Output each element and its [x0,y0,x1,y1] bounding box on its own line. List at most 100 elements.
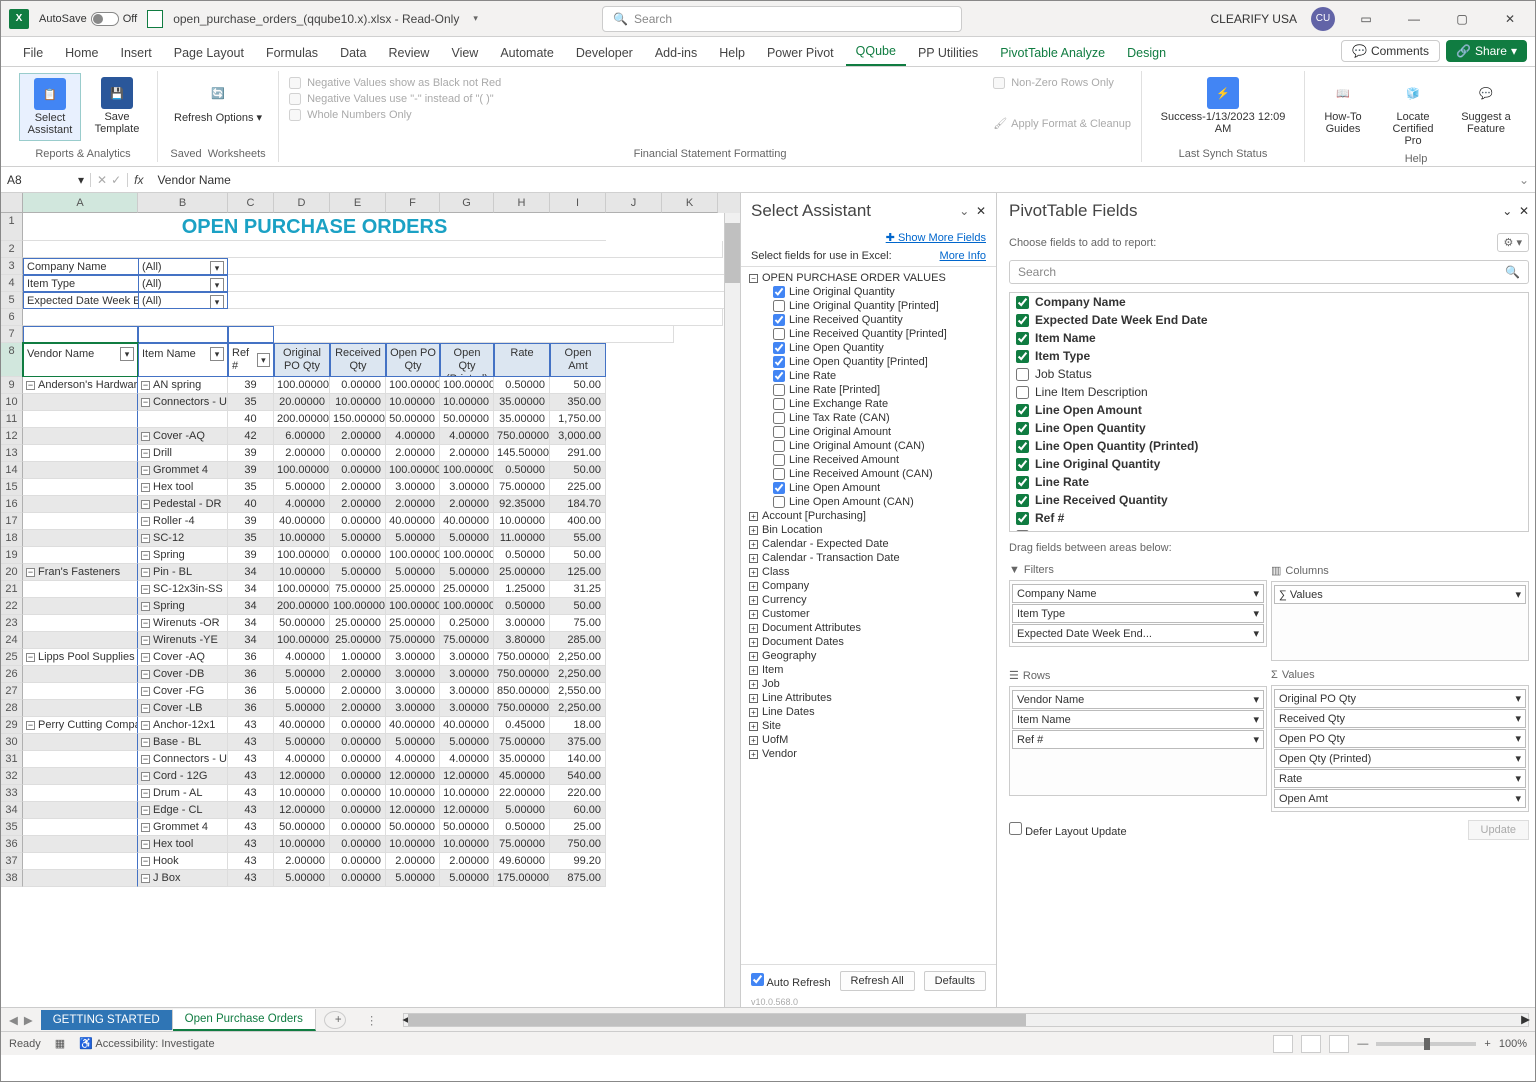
values-area[interactable]: ΣValues Original PO Qty▾Received Qty▾Ope… [1271,665,1529,812]
chevron-down-icon[interactable]: ▾ [1515,712,1521,725]
vendor-cell[interactable] [23,666,138,683]
data-cell[interactable]: 25.00000 [440,581,494,598]
data-cell[interactable]: 45.00000 [494,768,550,785]
data-cell[interactable]: 5.00000 [386,530,440,547]
chevron-down-icon[interactable]: ▾ [1515,732,1521,745]
area-pill[interactable]: Original PO Qty▾ [1274,689,1526,708]
item-cell[interactable]: −Cover -AQ [138,649,228,666]
vendor-cell[interactable]: −Perry Cutting Company [23,717,138,734]
item-cell[interactable]: −SC-12x3in-SS [138,581,228,598]
pf-field[interactable]: Line Open Quantity (Printed) [1010,437,1528,455]
vendor-cell[interactable] [23,411,138,428]
data-cell[interactable]: 2.00000 [330,700,386,717]
ref-cell[interactable]: 43 [228,836,274,853]
val-header[interactable]: Open PO Qty [386,343,440,377]
data-cell[interactable]: 100.00000 [274,632,330,649]
data-cell[interactable]: 5.00000 [330,564,386,581]
tree-expand-icon[interactable]: + [749,750,758,759]
tree-category[interactable]: + Document Attributes [743,621,994,635]
data-cell[interactable]: 2.00000 [330,666,386,683]
collapse-icon[interactable]: − [141,398,150,407]
vendor-cell[interactable] [23,445,138,462]
col-header-J[interactable]: J [606,193,662,213]
col-header-A[interactable]: A [23,193,138,213]
ref-cell[interactable]: 39 [228,513,274,530]
filter-value[interactable]: (All)▾ [138,258,228,275]
tab-power-pivot[interactable]: Power Pivot [757,40,844,66]
tab-data[interactable]: Data [330,40,376,66]
collapse-icon[interactable]: − [141,857,150,866]
data-cell[interactable]: 2.00000 [440,496,494,513]
pf-field[interactable]: Transaction Date [1010,527,1528,532]
tree-field[interactable]: Line Open Quantity [Printed] [743,355,994,369]
data-cell[interactable]: 5.00000 [274,666,330,683]
data-cell[interactable]: 4.00000 [440,428,494,445]
row-header-30[interactable]: 30 [1,734,23,751]
vendor-cell[interactable] [23,819,138,836]
data-cell[interactable]: 40.00000 [386,717,440,734]
row-header-Vendor Name[interactable]: Vendor Name▾ [23,343,138,377]
data-cell[interactable]: 2,250.00 [550,700,606,717]
col-header-D[interactable]: D [274,193,330,213]
row-header-21[interactable]: 21 [1,581,23,598]
data-cell[interactable]: 50.00000 [274,615,330,632]
item-cell[interactable] [138,411,228,428]
title-dropdown[interactable]: ▾ [473,13,478,24]
data-cell[interactable]: 200.00000 [274,598,330,615]
tree-field[interactable]: Line Received Quantity [Printed] [743,327,994,341]
accept-icon[interactable]: ✓ [111,173,121,187]
collapse-icon[interactable]: − [141,449,150,458]
more-info-link[interactable]: More Info [940,250,986,262]
pf-field[interactable]: Line Rate [1010,473,1528,491]
vendor-cell[interactable] [23,802,138,819]
vertical-scrollbar[interactable] [724,213,740,1007]
defer-layout-check[interactable]: Defer Layout Update [1009,822,1127,838]
collapse-icon[interactable]: − [141,670,150,679]
ref-cell[interactable]: 34 [228,632,274,649]
data-cell[interactable]: 12.00000 [440,768,494,785]
collapse-icon[interactable]: − [141,534,150,543]
collapse-icon[interactable]: − [141,483,150,492]
data-cell[interactable]: 220.00 [550,785,606,802]
tree-category[interactable]: + Item [743,663,994,677]
col-header-C[interactable]: C [228,193,274,213]
data-cell[interactable]: 5.00000 [386,870,440,887]
vendor-cell[interactable] [23,785,138,802]
data-cell[interactable]: 0.50000 [494,377,550,394]
collapse-icon[interactable]: − [141,755,150,764]
tree-field[interactable]: Line Received Amount (CAN) [743,467,994,481]
tree-expand-icon[interactable]: + [749,638,758,647]
tree-expand-icon[interactable]: + [749,582,758,591]
data-cell[interactable]: 40.00000 [440,717,494,734]
area-pill[interactable]: Received Qty▾ [1274,709,1526,728]
data-cell[interactable]: 2.00000 [330,428,386,445]
row-header-17[interactable]: 17 [1,513,23,530]
ref-cell[interactable]: 39 [228,462,274,479]
row-header-9[interactable]: 9 [1,377,23,394]
filter-label[interactable]: Company Name [23,258,138,275]
row-header-23[interactable]: 23 [1,615,23,632]
tree-expand-icon[interactable]: + [749,694,758,703]
row-header-6[interactable]: 6 [1,309,23,326]
row-header-Ref #[interactable]: Ref #▾ [228,343,274,377]
ref-cell[interactable]: 43 [228,751,274,768]
data-cell[interactable]: 750.00000 [494,666,550,683]
ref-cell[interactable]: 43 [228,768,274,785]
item-cell[interactable]: −J Box [138,870,228,887]
data-cell[interactable]: 200.00000 [274,411,330,428]
data-cell[interactable]: 2.00000 [386,853,440,870]
data-cell[interactable]: 99.20 [550,853,606,870]
field-dropdown[interactable]: ▾ [257,353,270,367]
field-dropdown[interactable]: ▾ [120,347,134,361]
field-list[interactable]: Company Name Expected Date Week End Date… [1009,292,1529,532]
columns-area[interactable]: ▥Columns ∑ Values▾ [1271,560,1529,661]
data-cell[interactable]: 75.00 [550,615,606,632]
chevron-down-icon[interactable]: ▾ [1515,792,1521,805]
chevron-down-icon[interactable]: ▾ [1515,772,1521,785]
data-cell[interactable]: 5.00000 [330,530,386,547]
data-cell[interactable]: 5.00000 [386,734,440,751]
vendor-cell[interactable] [23,496,138,513]
item-cell[interactable]: −Hex tool [138,479,228,496]
chevron-down-icon[interactable]: ▾ [1253,587,1259,600]
data-cell[interactable]: 25.00000 [330,632,386,649]
